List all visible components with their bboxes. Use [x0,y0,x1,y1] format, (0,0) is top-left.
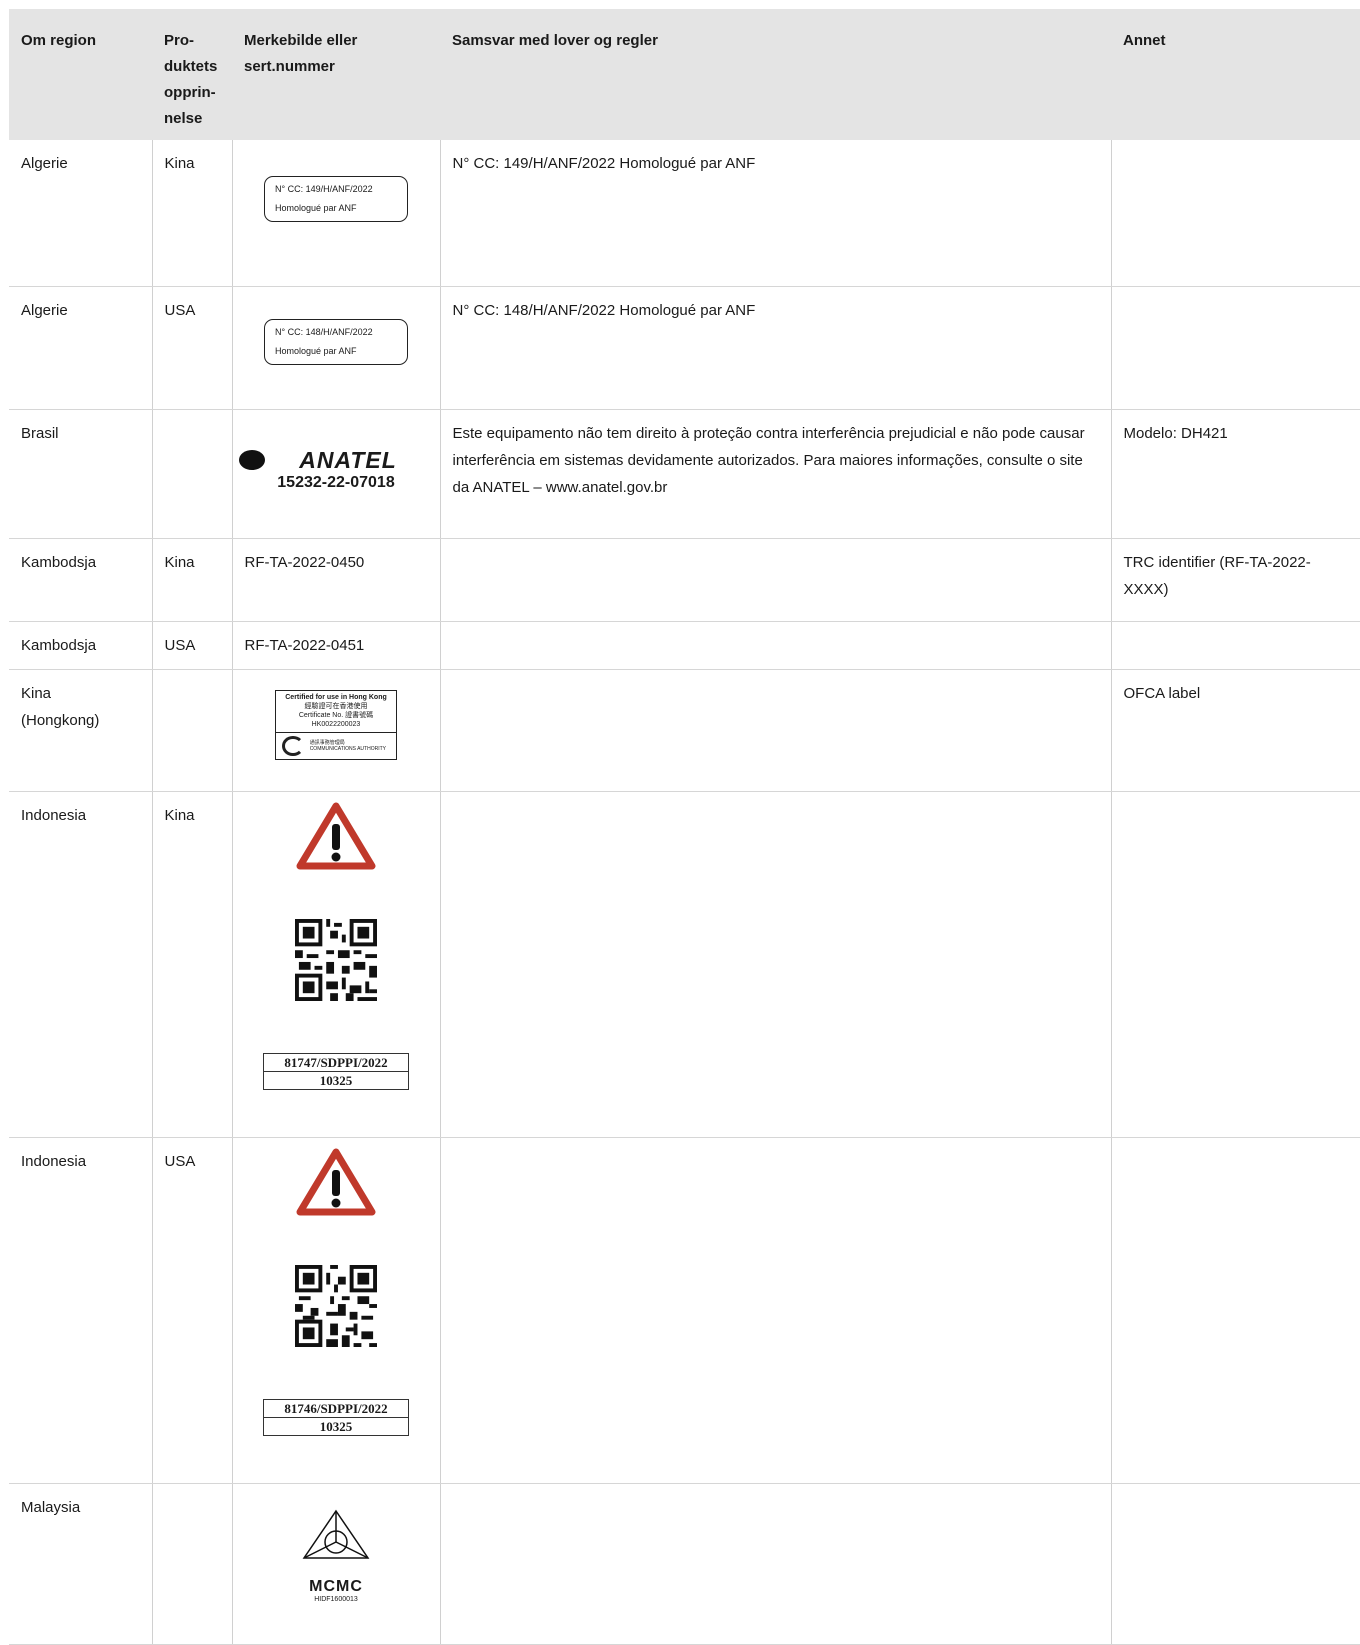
ofca-authority-text: 通訊事務管理局 COMMUNICATIONS AUTHORITY [309,740,386,752]
cell-region: Algerie [9,286,152,410]
cell-origin: USA [151,621,232,670]
header-other: Annet [1111,9,1360,140]
anf-label: N° CC: 148/H/ANF/2022 Homologué par ANF [264,319,408,365]
cell-compliance: N° CC: 148/H/ANF/2022 Homologué par ANF [439,286,1111,410]
cell-mark: Certified for use in Hong Kong 經驗證可在香港使用… [231,669,440,792]
header-row: Om region Pro- duktets opprin- nelse Mer… [9,9,1360,140]
ofca-title: Certified for use in Hong Kong [285,694,387,701]
cell-origin [151,409,232,539]
cell-mark: 81746/SDPPI/2022 10325 [231,1137,440,1484]
cell-region: Indonesia [9,791,152,1138]
anatel-wordmark: ANATEL [238,448,428,472]
ofca-authority: 通訊事務管理局 COMMUNICATIONS AUTHORITY [276,733,396,759]
anf-homologue: Homologué par ANF [275,203,357,213]
sdppi-label: 81747/SDPPI/2022 10325 [263,1053,409,1090]
cell-mark: RF-TA-2022-0451 [231,621,440,670]
mcmc-code: HIDF1600013 [314,1596,358,1603]
sdppi-label: 81746/SDPPI/2022 10325 [263,1399,409,1436]
header-origin: Pro- duktets opprin- nelse [152,9,232,140]
cell-region: Kambodsja [9,621,152,670]
cell-region: Kina (Hongkong) [9,669,152,792]
warning-fine-print [291,881,381,885]
sdppi-code: 10325 [319,1073,353,1088]
cell-other [1110,1483,1360,1645]
header-compliance: Samsvar med lover og regler [440,9,1111,140]
cell-origin [151,669,232,792]
cell-compliance [439,1137,1111,1484]
cell-region: Indonesia [9,1137,152,1484]
cell-compliance: Este equipamento não tem direito à prote… [439,409,1111,539]
table-row: Indonesia USA 81746/SDPPI/2022 10325 [9,1137,1360,1484]
anf-cc-number: N° CC: 149/H/ANF/2022 [275,184,373,194]
ofca-cert-label: Certificate No. 證書號碼 [298,712,374,719]
cell-mark: N° CC: 148/H/ANF/2022 Homologué par ANF [231,286,440,410]
cell-other: TRC identifier (RF-TA-2022-XXXX) [1110,538,1360,622]
cell-mark: MCMC HIDF1600013 [231,1483,440,1645]
table-row: Algerie USA N° CC: 148/H/ANF/2022 Homolo… [9,286,1360,410]
warning-triangle-icon [296,1148,376,1216]
table-row: Kambodsja Kina RF-TA-2022-0450 TRC ident… [9,538,1360,622]
table-row: Kambodsja USA RF-TA-2022-0451 [9,621,1360,670]
table-row: Indonesia Kina 81747/SDPPI/2022 10325 [9,791,1360,1138]
cell-origin: USA [151,286,232,410]
qr-code-icon [295,1265,377,1347]
cell-origin: Kina [151,538,232,622]
mcmc-triangle-icon [302,1509,370,1559]
qr-code-icon [295,919,377,1001]
warning-triangle-icon [296,802,376,870]
anatel-logo: ANATEL 15232-22-07018 [238,448,428,494]
header-region: Om region [9,9,152,140]
ofca-label: Certified for use in Hong Kong 經驗證可在香港使用… [275,690,397,760]
mcmc-wordmark: MCMC [309,1578,363,1595]
table-row: Algerie Kina N° CC: 149/H/ANF/2022 Homol… [9,140,1360,287]
sdppi-code: 10325 [319,1419,353,1434]
cell-region: Algerie [9,140,152,287]
table-row: Malaysia MCMC HIDF1600013 [9,1483,1360,1645]
ofca-top: Certified for use in Hong Kong 經驗證可在香港使用… [276,691,396,733]
mcmc-logo: MCMC HIDF1600013 [245,1508,428,1604]
cell-mark: ANATEL 15232-22-07018 [231,409,440,539]
cell-other: OFCA label [1110,669,1360,792]
ofca-title-cn: 經驗證可在香港使用 [304,703,368,710]
sdppi-number: 81747/SDPPI/2022 [264,1054,408,1072]
header-mark: Merkebilde eller sert.nummer [232,9,440,140]
cell-compliance [439,669,1111,792]
warning-fine-print [291,1227,381,1231]
cell-compliance: N° CC: 149/H/ANF/2022 Homologué par ANF [439,140,1111,287]
cell-other [1110,1137,1360,1484]
cell-region: Brasil [9,409,152,539]
sdppi-number: 81746/SDPPI/2022 [264,1400,408,1418]
cell-origin: Kina [151,791,232,1138]
cell-region: Malaysia [9,1483,152,1645]
cell-other [1110,621,1360,670]
cell-compliance [439,1483,1111,1645]
cell-other [1110,140,1360,287]
anf-label: N° CC: 149/H/ANF/2022 Homologué par ANF [264,176,408,222]
cell-compliance [439,538,1111,622]
cell-compliance [439,791,1111,1138]
regulatory-table: Om region Pro- duktets opprin- nelse Mer… [9,9,1360,1645]
table-row: Brasil ANATEL 15232-22-07018 Este equipa… [9,409,1360,539]
cell-origin: Kina [151,140,232,287]
ofca-logo-icon [282,736,304,756]
cell-compliance [439,621,1111,670]
cell-other: Modelo: DH421 [1110,409,1360,539]
cell-other [1110,286,1360,410]
cell-other [1110,791,1360,1138]
anf-cc-number: N° CC: 148/H/ANF/2022 [275,327,373,337]
cell-mark: N° CC: 149/H/ANF/2022 Homologué par ANF [231,140,440,287]
cell-origin: USA [151,1137,232,1484]
regulatory-table-page: Om region Pro- duktets opprin- nelse Mer… [9,9,1360,1645]
cell-mark: RF-TA-2022-0450 [231,538,440,622]
ofca-cert-number: HK0022200023 [311,721,361,728]
anf-homologue: Homologué par ANF [275,346,357,356]
cell-mark: 81747/SDPPI/2022 10325 [231,791,440,1138]
anatel-number: 15232-22-07018 [277,474,395,491]
cell-region: Kambodsja [9,538,152,622]
table-row: Kina (Hongkong) Certified for use in Hon… [9,669,1360,792]
cell-origin [151,1483,232,1645]
